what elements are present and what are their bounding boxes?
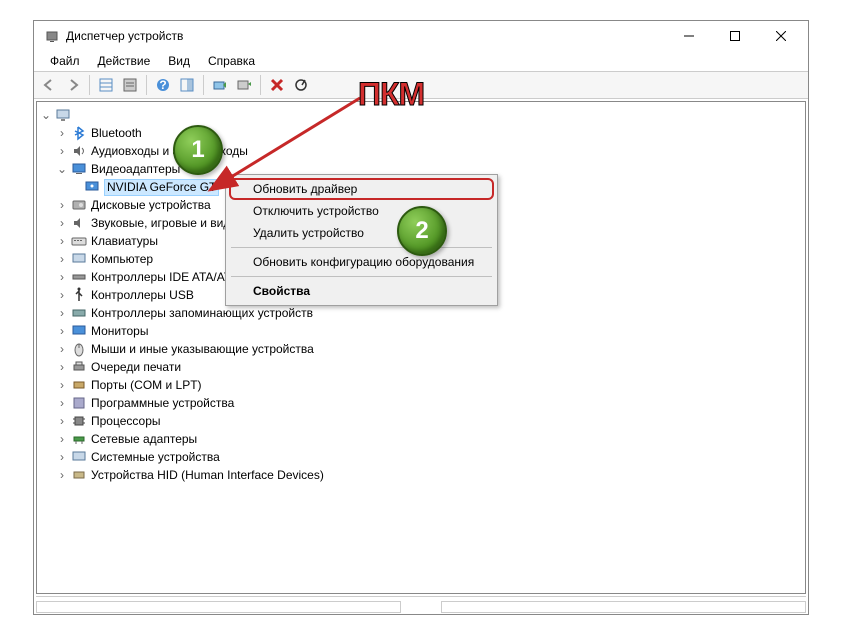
expand-icon[interactable]: › [55, 270, 69, 284]
annotation-badge-2: 2 [397, 206, 447, 256]
tree-label[interactable]: Процессоры [91, 414, 161, 428]
app-icon [44, 28, 60, 44]
disable-button[interactable] [290, 74, 312, 96]
tree-label[interactable]: Порты (COM и LPT) [91, 378, 202, 392]
tree-label[interactable]: Мониторы [91, 324, 148, 338]
tree-label[interactable]: Аудиовходы и аудиовыходы [91, 144, 248, 158]
minimize-button[interactable] [666, 21, 712, 51]
expand-icon[interactable]: › [55, 342, 69, 356]
mouse-icon [71, 341, 87, 357]
expand-icon[interactable]: › [55, 144, 69, 158]
ctx-remove-device[interactable]: Удалить устройство [229, 222, 494, 244]
separator [231, 247, 492, 248]
forward-button[interactable] [62, 74, 84, 96]
expand-icon[interactable]: ⌄ [55, 162, 69, 176]
annotation-label-pkm: ПКМ [358, 76, 424, 113]
maximize-button[interactable] [712, 21, 758, 51]
computer-icon [55, 107, 71, 123]
display-adapter-icon [71, 161, 87, 177]
menu-action[interactable]: Действие [90, 52, 159, 70]
tree-label[interactable]: Программные устройства [91, 396, 234, 410]
tree-label[interactable]: Устройства HID (Human Interface Devices) [91, 468, 324, 482]
tree-label[interactable]: Компьютер [91, 252, 153, 266]
window-title: Диспетчер устройств [66, 29, 666, 43]
tree-label[interactable]: Клавиатуры [91, 234, 158, 248]
expand-icon[interactable]: › [55, 414, 69, 428]
storage-icon [71, 305, 87, 321]
cpu-icon [71, 413, 87, 429]
ctx-disable-device[interactable]: Отключить устройство [229, 200, 494, 222]
ctx-properties[interactable]: Свойства [229, 280, 494, 302]
properties-button[interactable] [119, 74, 141, 96]
expand-icon[interactable]: › [55, 234, 69, 248]
expand-icon[interactable]: › [55, 216, 69, 230]
menubar: Файл Действие Вид Справка [34, 51, 808, 71]
expand-icon[interactable]: › [55, 360, 69, 374]
expand-icon[interactable]: ⌄ [39, 108, 53, 122]
computer-icon [71, 251, 87, 267]
menu-file[interactable]: Файл [42, 52, 88, 70]
expand-icon[interactable]: › [55, 432, 69, 446]
tree-label[interactable]: Контроллеры запоминающих устройств [91, 306, 313, 320]
disk-icon [71, 197, 87, 213]
menu-help[interactable]: Справка [200, 52, 263, 70]
monitor-icon [71, 323, 87, 339]
tree-label[interactable]: Bluetooth [91, 126, 142, 140]
scan-button[interactable] [233, 74, 255, 96]
back-button[interactable] [38, 74, 60, 96]
tree-label[interactable]: Видеоадаптеры [91, 162, 180, 176]
tree-label[interactable]: Сетевые адаптеры [91, 432, 197, 446]
port-icon [71, 377, 87, 393]
annotation-badge-1: 1 [173, 125, 223, 175]
separator [231, 276, 492, 277]
sound-icon [71, 215, 87, 231]
statusbar [36, 596, 806, 612]
view-button[interactable] [176, 74, 198, 96]
expand-icon[interactable]: › [55, 288, 69, 302]
expand-icon[interactable]: › [55, 396, 69, 410]
help-button[interactable]: ? [152, 74, 174, 96]
tree-label[interactable]: Мыши и иные указывающие устройства [91, 342, 314, 356]
tree-label[interactable]: Очереди печати [91, 360, 181, 374]
device-tree[interactable]: ⌄ › Bluetooth › Аудиовходы и аудиовыходы ⌄… [36, 101, 806, 594]
tree-label[interactable]: Системные устройства [91, 450, 220, 464]
ctx-update-driver[interactable]: Обновить драйвер [229, 178, 494, 200]
gpu-icon [84, 179, 100, 195]
expand-icon[interactable]: › [55, 306, 69, 320]
bluetooth-icon [71, 125, 87, 141]
context-menu: Обновить драйвер Отключить устройство Уд… [225, 174, 498, 306]
remove-button[interactable] [266, 74, 288, 96]
network-icon [71, 431, 87, 447]
usb-icon [71, 287, 87, 303]
ctx-scan-hardware[interactable]: Обновить конфигурацию оборудования [229, 251, 494, 273]
printer-icon [71, 359, 87, 375]
hid-icon [71, 467, 87, 483]
expand-icon[interactable]: › [55, 126, 69, 140]
expand-icon[interactable]: › [55, 198, 69, 212]
selected-device[interactable]: NVIDIA GeForce GT [104, 179, 219, 196]
expand-icon[interactable]: › [55, 468, 69, 482]
tree-label[interactable]: Контроллеры USB [91, 288, 194, 302]
menu-view[interactable]: Вид [160, 52, 198, 70]
keyboard-icon [71, 233, 87, 249]
audio-icon [71, 143, 87, 159]
expand-icon[interactable]: › [55, 450, 69, 464]
update-driver-button[interactable] [209, 74, 231, 96]
ide-icon [71, 269, 87, 285]
titlebar[interactable]: Диспетчер устройств [34, 21, 808, 51]
software-icon [71, 395, 87, 411]
expand-icon[interactable]: › [55, 324, 69, 338]
close-button[interactable] [758, 21, 804, 51]
expand-icon[interactable]: › [55, 252, 69, 266]
system-icon [71, 449, 87, 465]
expand-icon[interactable]: › [55, 378, 69, 392]
svg-text:?: ? [159, 78, 166, 92]
tree-label[interactable]: Дисковые устройства [91, 198, 211, 212]
show-tree-button[interactable] [95, 74, 117, 96]
